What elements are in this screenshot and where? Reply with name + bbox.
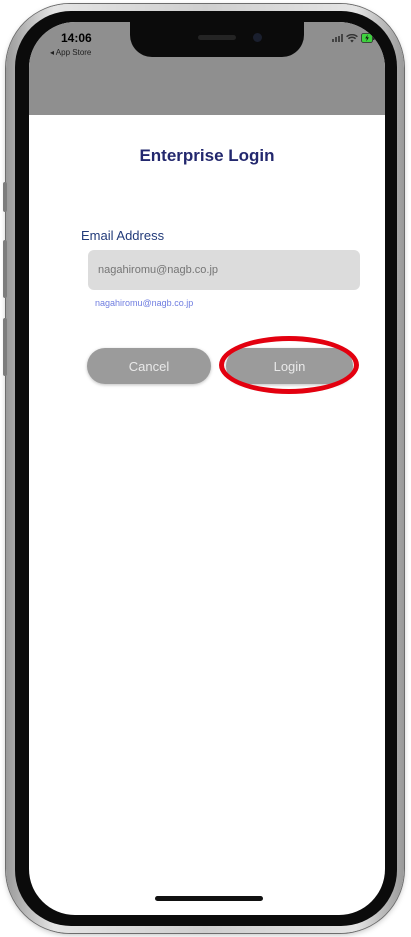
email-address-label: Email Address: [81, 228, 165, 243]
email-hint-link[interactable]: nagahiromu@nagb.co.jp: [95, 298, 193, 308]
status-icons: [332, 33, 375, 43]
phone-screen: 14:06 ◂ App Store Enterprise Login Email…: [29, 22, 385, 915]
battery-icon: [361, 33, 375, 43]
front-camera: [253, 33, 262, 42]
volume-up-button: [3, 240, 7, 298]
volume-down-button: [3, 318, 7, 376]
speaker-grille: [198, 35, 236, 40]
silent-switch: [3, 182, 7, 212]
email-address-input[interactable]: [88, 250, 360, 290]
page-title: Enterprise Login: [139, 146, 275, 165]
home-indicator[interactable]: [155, 896, 263, 901]
login-button[interactable]: Login: [226, 348, 353, 384]
status-time: 14:06: [61, 31, 92, 45]
signal-icon: [332, 34, 343, 42]
back-to-app-store-link[interactable]: ◂ App Store: [50, 48, 91, 57]
cancel-button[interactable]: Cancel: [87, 348, 211, 384]
camera-notch: [130, 22, 304, 57]
wifi-icon: [346, 33, 358, 43]
